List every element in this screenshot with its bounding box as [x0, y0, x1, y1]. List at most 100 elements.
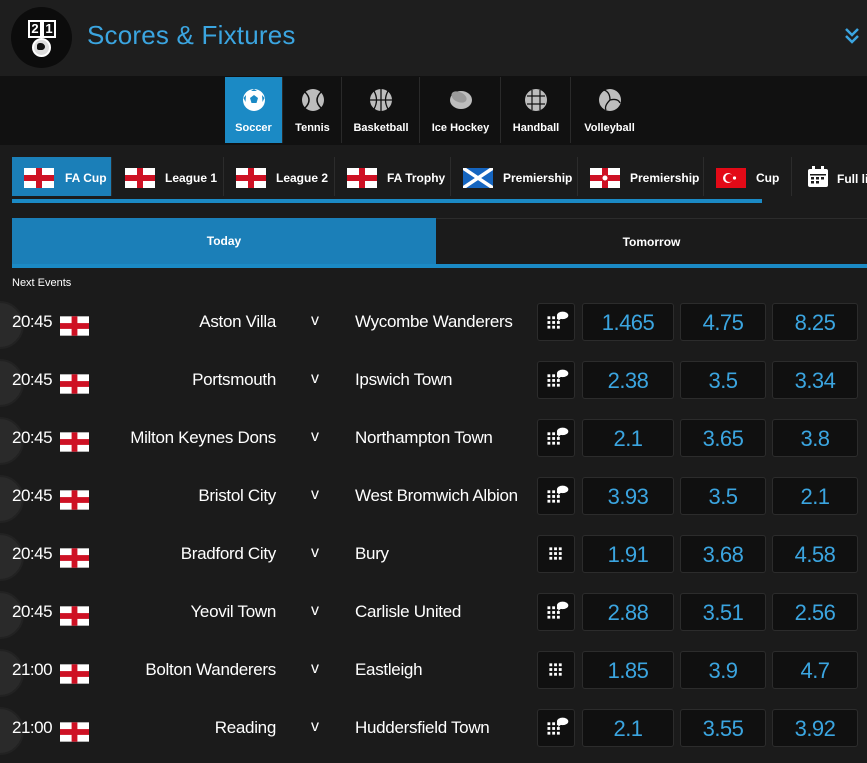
- odds-draw-button[interactable]: 3.9: [680, 651, 766, 689]
- basketball-icon: [370, 89, 392, 111]
- england-flag-icon: [236, 168, 266, 188]
- odds-draw-button[interactable]: 3.5: [680, 477, 766, 515]
- odds-away-button[interactable]: 4.7: [772, 651, 858, 689]
- away-team: Ipswich Town: [355, 370, 453, 389]
- tab-nir-premiership[interactable]: Premiership: [578, 157, 704, 196]
- stats-icon[interactable]: [537, 535, 575, 573]
- odds-draw-button[interactable]: 4.75: [680, 303, 766, 341]
- table-row[interactable]: 20:45 Milton Keynes Dons v Northampton T…: [0, 411, 867, 467]
- tab-fa-trophy[interactable]: FA Trophy: [335, 157, 451, 196]
- england-flag-icon: [24, 168, 54, 188]
- odds-draw-button[interactable]: 3.65: [680, 419, 766, 457]
- odds-draw-button[interactable]: 3.51: [680, 593, 766, 631]
- versus-label: v: [311, 370, 319, 387]
- table-row[interactable]: 21:00 Reading v Huddersfield Town 2.1 3.…: [0, 701, 867, 757]
- tab-handball-label: Handball: [512, 122, 560, 134]
- odds-home-button[interactable]: 1.465: [582, 303, 674, 341]
- odds-away-button[interactable]: 8.25: [772, 303, 858, 341]
- table-row[interactable]: 20:45 Aston Villa v Wycombe Wanderers 1.…: [0, 295, 867, 351]
- odds-home-button[interactable]: 2.38: [582, 361, 674, 399]
- odds-away-button[interactable]: 3.8: [772, 419, 858, 457]
- england-flag-icon: [347, 168, 377, 188]
- odds-home-button[interactable]: 3.93: [582, 477, 674, 515]
- tab-tennis-label: Tennis: [295, 122, 330, 134]
- tab-volleyball[interactable]: Volleyball: [572, 77, 647, 143]
- tab-today[interactable]: Today: [12, 218, 436, 264]
- scotland-flag-icon: [463, 168, 493, 188]
- tab-soccer[interactable]: Soccer: [225, 77, 283, 143]
- northern-ireland-flag-icon: [590, 168, 620, 188]
- kickoff-time: 21:00: [12, 660, 53, 679]
- tab-tennis[interactable]: Tennis: [284, 77, 342, 143]
- tab-soccer-label: Soccer: [235, 122, 272, 134]
- odds-draw-button[interactable]: 3.55: [680, 709, 766, 747]
- chevron-down-icon[interactable]: [843, 26, 861, 46]
- tab-basketball[interactable]: Basketball: [343, 77, 420, 143]
- odds-away-button[interactable]: 4.58: [772, 535, 858, 573]
- next-events-heading: Next Events: [12, 277, 72, 289]
- odds-home-button[interactable]: 2.1: [582, 709, 674, 747]
- away-team: Northampton Town: [355, 428, 493, 447]
- stats-comment-icon[interactable]: [537, 419, 575, 457]
- tab-ice-hockey[interactable]: Ice Hockey: [421, 77, 501, 143]
- odds-home-button[interactable]: 1.91: [582, 535, 674, 573]
- tennis-ball-icon: [301, 89, 324, 111]
- sport-tabs: Soccer Tennis Basketball Ice Hockey Hand…: [0, 76, 867, 145]
- tab-league-2[interactable]: League 2: [224, 157, 335, 196]
- table-row[interactable]: 21:00 Bolton Wanderers v Eastleigh 1.85 …: [0, 643, 867, 699]
- table-row[interactable]: 20:45 Yeovil Town v Carlisle United 2.88…: [0, 585, 867, 641]
- full-list-link[interactable]: Full lis: [837, 172, 867, 186]
- england-flag-icon: [60, 606, 89, 626]
- away-team: West Bromwich Albion: [355, 486, 518, 505]
- odds-away-button[interactable]: 3.34: [772, 361, 858, 399]
- home-team: Milton Keynes Dons: [130, 428, 276, 447]
- odds-draw-button[interactable]: 3.68: [680, 535, 766, 573]
- england-flag-icon: [60, 664, 89, 684]
- versus-label: v: [311, 718, 319, 735]
- odds-home-button[interactable]: 2.1: [582, 419, 674, 457]
- globe-icon: [32, 38, 51, 57]
- handball-icon: [525, 89, 547, 111]
- home-team: Bolton Wanderers: [145, 660, 276, 679]
- calendar-icon[interactable]: [807, 166, 829, 188]
- tab-league-1[interactable]: League 1: [113, 157, 224, 196]
- tab-scottish-premiership[interactable]: Premiership: [451, 157, 578, 196]
- stats-comment-icon[interactable]: [537, 477, 575, 515]
- day-tabs: Today Tomorrow: [0, 205, 867, 269]
- page-title: Scores & Fixtures: [87, 20, 296, 50]
- versus-label: v: [311, 660, 319, 677]
- tab-turkey-cup[interactable]: Cup: [704, 157, 792, 196]
- tab-handball[interactable]: Handball: [502, 77, 571, 143]
- odds-draw-button[interactable]: 3.5: [680, 361, 766, 399]
- kickoff-time: 21:00: [12, 718, 53, 737]
- table-row[interactable]: 20:45 Portsmouth v Ipswich Town 2.38 3.5…: [0, 353, 867, 409]
- odds-away-button[interactable]: 2.1: [772, 477, 858, 515]
- odds-home-button[interactable]: 2.88: [582, 593, 674, 631]
- versus-label: v: [311, 486, 319, 503]
- volleyball-icon: [598, 89, 621, 111]
- soccer-ball-icon: [242, 89, 265, 111]
- table-row[interactable]: 20:45 Bradford City v Bury 1.91 3.68 4.5…: [0, 527, 867, 583]
- table-row[interactable]: 20:45 Bristol City v West Bromwich Albio…: [0, 469, 867, 525]
- app-logo[interactable]: 2 1: [11, 7, 72, 68]
- tab-league-2-label: League 2: [276, 171, 329, 185]
- stats-icon[interactable]: [537, 651, 575, 689]
- kickoff-time: 20:45: [12, 370, 53, 389]
- england-flag-icon: [60, 432, 89, 452]
- tab-fa-trophy-label: FA Trophy: [387, 171, 446, 185]
- odds-away-button[interactable]: 2.56: [772, 593, 858, 631]
- stats-comment-icon[interactable]: [537, 361, 575, 399]
- england-flag-icon: [60, 490, 89, 510]
- stats-comment-icon[interactable]: [537, 303, 575, 341]
- tab-fa-cup[interactable]: FA Cup: [12, 157, 112, 196]
- stats-comment-icon[interactable]: [537, 709, 575, 747]
- odds-away-button[interactable]: 3.92: [772, 709, 858, 747]
- competition-tabs-underline: [12, 199, 762, 203]
- stats-comment-icon[interactable]: [537, 593, 575, 631]
- kickoff-time: 20:45: [12, 602, 53, 621]
- odds-home-button[interactable]: 1.85: [582, 651, 674, 689]
- away-team: Carlisle United: [355, 602, 462, 621]
- tab-league-1-label: League 1: [165, 171, 218, 185]
- away-team: Huddersfield Town: [355, 718, 490, 737]
- tab-tomorrow[interactable]: Tomorrow: [436, 218, 867, 264]
